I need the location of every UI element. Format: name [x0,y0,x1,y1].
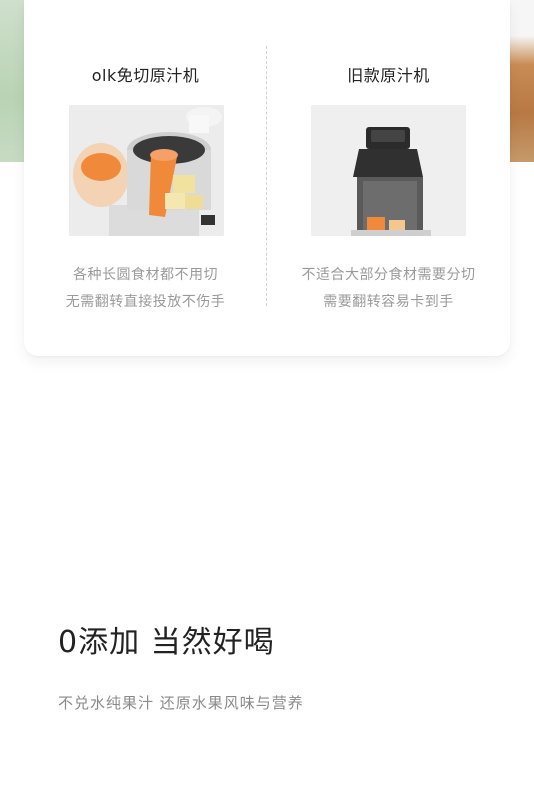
old-juicer-desc-line-1: 不适合大部分食材需要分切 [301,267,476,283]
comparison-card: olk免切原汁机 各种长圆食材都不用切 无需翻转直接投放不伤手 旧款原汁机 不适… [24,0,510,356]
old-juicer-desc-line-2: 需要翻转容易卡到手 [323,294,454,310]
new-juicer-illustration [69,105,224,236]
comparison-column-new: olk免切原汁机 各种长圆食材都不用切 无需翻转直接投放不伤手 [24,0,267,356]
old-juicer-photo [311,105,466,236]
comparison-column-old: 旧款原汁机 不适合大部分食材需要分切 需要翻转容易卡到手 [267,0,510,356]
feature-subline: 不兑水纯果汁 还原水果风味与营养 [58,694,304,712]
new-juicer-photo [69,105,224,236]
old-juicer-description: 不适合大部分食材需要分切 需要翻转容易卡到手 [267,262,510,316]
feature-headline: 0添加 当然好喝 [58,625,275,660]
new-juicer-description: 各种长圆食材都不用切 无需翻转直接投放不伤手 [24,262,267,316]
old-juicer-title: 旧款原汁机 [347,66,430,85]
new-juicer-desc-line-2: 无需翻转直接投放不伤手 [65,294,226,310]
background-right-strip [510,0,534,162]
new-juicer-title: olk免切原汁机 [91,66,200,85]
old-juicer-illustration [311,105,466,236]
new-juicer-desc-line-1: 各种长圆食材都不用切 [73,267,218,283]
background-left-strip [0,0,24,162]
